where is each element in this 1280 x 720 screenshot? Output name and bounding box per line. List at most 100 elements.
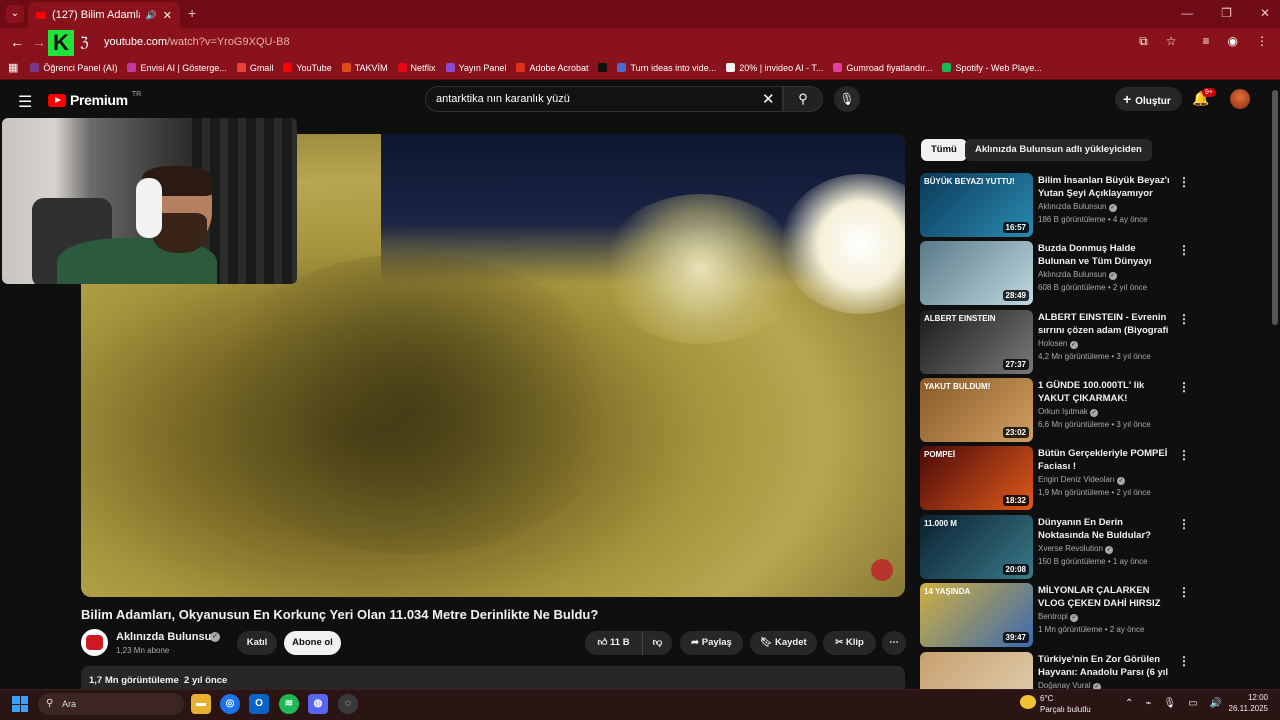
more-options-icon[interactable]: ⋮ [1178, 654, 1190, 668]
video-thumbnail[interactable]: 11.000 M 20:08 [920, 515, 1033, 579]
media-control-icon[interactable]: ≡ [1203, 34, 1210, 49]
youtube-premium-logo[interactable]: Premium TR [48, 91, 141, 108]
file-explorer-icon[interactable]: ▬ [191, 694, 211, 714]
recommended-channel[interactable]: Holosen ✓ [1038, 339, 1078, 349]
more-actions-button[interactable]: ⋯ [882, 631, 906, 655]
join-button[interactable]: Katıl [237, 631, 277, 655]
new-tab-button[interactable]: + [188, 5, 196, 21]
taskbar-clock[interactable]: 12:00 26.11.2025 [1226, 692, 1268, 714]
bookmark-item[interactable]: Gmail [236, 63, 273, 73]
kick-extension-logo[interactable]: K [48, 30, 74, 56]
profile-icon[interactable]: ◉ [1228, 34, 1238, 49]
channel-avatar[interactable] [81, 629, 108, 656]
recommended-video[interactable]: BÜYÜK BEYAZI YUTTU! 16:57 Bilim İnsanları … [920, 173, 1190, 237]
recommended-video[interactable]: POMPEİ 18:32 Bütün Gerçekleriyle POMPEİ Fa… [920, 446, 1190, 510]
bookmark-item[interactable]: YouTube [283, 63, 332, 73]
restore-icon[interactable]: ❐ [1221, 6, 1232, 20]
share-button[interactable]: ➦ Paylaş [680, 631, 743, 655]
display-icon[interactable]: ▭ [1188, 698, 1197, 709]
create-button[interactable]: + Oluştur [1115, 87, 1182, 111]
apps-grid-icon[interactable]: ▦ [8, 61, 18, 74]
video-thumbnail[interactable]: BÜYÜK BEYAZI YUTTU! 16:57 [920, 173, 1033, 237]
bookmark-item[interactable]: TAKVİM [341, 63, 388, 73]
recommended-channel[interactable]: Bentropi ✓ [1038, 612, 1079, 622]
more-options-icon[interactable]: ⋮ [1178, 517, 1190, 531]
outlook-icon[interactable]: O [249, 694, 269, 714]
minimize-icon[interactable]: — [1181, 6, 1193, 20]
bookmark-star-icon[interactable]: ☆ [1166, 34, 1177, 49]
recommended-video[interactable]: YAKUT BULDUM! 23:02 1 GÜNDE 100.000TL' lik… [920, 378, 1190, 442]
bookmark-item[interactable]: Yayın Panel [445, 63, 506, 73]
video-thumbnail[interactable]: ALBERT EINSTEIN 27:37 [920, 310, 1033, 374]
recommended-title[interactable]: 1 GÜNDE 100.000TL' lik YAKUT ÇIKARMAK! [1038, 379, 1173, 405]
video-thumbnail[interactable]: 14 YAŞINDA 39:47 [920, 583, 1033, 647]
recommended-title[interactable]: Dünyanın En Derin Noktasında Ne Buldular… [1038, 516, 1173, 542]
clear-search-icon[interactable]: ✕ [762, 90, 775, 108]
chrome-menu-icon[interactable]: ⋮ [1256, 34, 1268, 49]
recommended-channel[interactable]: Aklınızda Bulunsun ✓ [1038, 202, 1117, 212]
recommended-title[interactable]: MİLYONLAR ÇALARKEN VLOG ÇEKEN DAHİ HIRSI… [1038, 584, 1173, 610]
forward-arrow-icon[interactable]: → [32, 34, 46, 50]
extension-icon[interactable]: ℨ [80, 34, 89, 51]
like-button[interactable]: 👍︎ 11 B [585, 631, 642, 655]
search-input[interactable]: antarktika nın karanlık yüzü [425, 86, 783, 112]
page-scrollbar[interactable] [1272, 90, 1278, 325]
bookmark-item[interactable]: Netflix [397, 63, 436, 73]
subscribe-button[interactable]: Abone ol [284, 631, 341, 655]
recommended-title[interactable]: Bütün Gerçekleriyle POMPEİ Faciası ! [1038, 447, 1173, 473]
recommended-video[interactable]: 28:49 Buzda Donmuş Halde Bulunan ve Tüm D… [920, 241, 1190, 305]
video-thumbnail[interactable]: 28:49 [920, 241, 1033, 305]
bookmark-item[interactable]: Turn ideas into vide... [617, 63, 716, 73]
recommended-title[interactable]: ALBERT EINSTEIN - Evrenin sırrını çözen … [1038, 311, 1173, 337]
recommended-video[interactable]: 11.000 M 20:08 Dünyanın En Derin Noktasınd… [920, 515, 1190, 579]
discord-icon[interactable]: ◍ [308, 694, 328, 714]
more-options-icon[interactable]: ⋮ [1178, 585, 1190, 599]
spotify-icon[interactable]: ≋ [279, 694, 299, 714]
url-field[interactable]: youtube.com/watch?v=YroG9XQU-B8 [104, 36, 290, 48]
close-window-icon[interactable]: ✕ [1260, 6, 1270, 20]
bookmark-item[interactable] [598, 63, 608, 72]
app-icon[interactable]: ◌ [338, 694, 358, 714]
recommended-channel[interactable]: Aklınızda Bulunsun ✓ [1038, 270, 1117, 280]
search-button[interactable]: ⚲ [783, 86, 823, 112]
chrome-icon[interactable]: ◎ [220, 694, 240, 714]
chevron-up-icon[interactable]: ⌃ [1125, 698, 1133, 709]
close-tab-icon[interactable]: ✕ [163, 9, 172, 22]
more-options-icon[interactable]: ⋮ [1178, 175, 1190, 189]
more-options-icon[interactable]: ⋮ [1178, 448, 1190, 462]
speaker-icon[interactable]: 🔊 [146, 10, 157, 21]
channel-watermark-icon[interactable] [871, 559, 893, 581]
voice-search-button[interactable]: 🎙 [834, 86, 860, 112]
video-thumbnail[interactable]: POMPEİ 18:32 [920, 446, 1033, 510]
menu-hamburger-icon[interactable]: ☰ [18, 92, 32, 112]
recommended-channel[interactable]: Engin Deniz Videoları ✓ [1038, 475, 1126, 485]
bookmark-item[interactable]: 20% | invideo AI - T... [726, 63, 823, 73]
recommended-channel[interactable]: Orkun Işıtmak ✓ [1038, 407, 1099, 417]
recommended-title[interactable]: Türkiye'nin En Zor Görülen Hayvanı: Anad… [1038, 653, 1173, 679]
dislike-button[interactable]: 👎︎ [642, 631, 672, 655]
bookmark-item[interactable]: Envisi AI | Gösterge... [127, 63, 227, 73]
more-options-icon[interactable]: ⋮ [1178, 380, 1190, 394]
account-avatar[interactable] [1230, 89, 1250, 109]
video-thumbnail[interactable]: YAKUT BULDUM! 23:02 [920, 378, 1033, 442]
more-options-icon[interactable]: ⋮ [1178, 312, 1190, 326]
channel-name[interactable]: Aklınızda Bulunsun [116, 631, 218, 643]
bookmark-item[interactable]: Öğrenci Panel (AI) [30, 63, 117, 73]
back-arrow-icon[interactable]: ← [10, 34, 24, 50]
more-options-icon[interactable]: ⋮ [1178, 243, 1190, 257]
bookmark-item[interactable]: Gumroad fiyatlandır... [833, 63, 932, 73]
recommended-title[interactable]: Bilim İnsanları Büyük Beyaz'ı Yutan Şeyi… [1038, 174, 1173, 200]
windows-start-icon[interactable] [12, 696, 28, 712]
recommended-channel[interactable]: Xverse Revolution ✓ [1038, 544, 1114, 554]
microphone-icon[interactable]: 🎙 [1163, 698, 1176, 709]
save-button[interactable]: 🔖︎ Kaydet [750, 631, 817, 655]
bookmark-item[interactable]: Adobe Acrobat [516, 63, 588, 73]
taskbar-search[interactable]: ⚲ Ara [38, 693, 184, 715]
network-icon[interactable]: ⌁ [1145, 698, 1151, 709]
chip-from-uploader[interactable]: Aklınızda Bulunsun adlı yükleyiciden [965, 139, 1152, 161]
recommended-video[interactable]: ALBERT EINSTEIN 27:37 ALBERT EINSTEIN - Ev… [920, 310, 1190, 374]
clip-button[interactable]: ✂ Klip [823, 631, 876, 655]
tab-search-button[interactable]: ⌄ [6, 5, 24, 23]
chip-all[interactable]: Tümü [921, 139, 967, 161]
recommended-title[interactable]: Buzda Donmuş Halde Bulunan ve Tüm Dünyay… [1038, 242, 1173, 268]
